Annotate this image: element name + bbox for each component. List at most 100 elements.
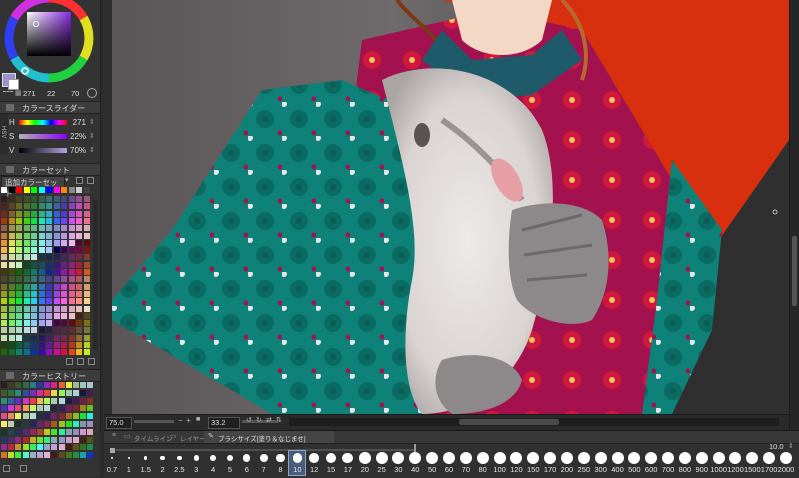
color-swatch[interactable]: [31, 276, 37, 283]
color-swatch[interactable]: [31, 305, 37, 312]
tab-layer[interactable]: レイヤー: [180, 433, 206, 443]
history-swatch[interactable]: [8, 397, 15, 404]
color-swatch[interactable]: [31, 187, 37, 193]
history-swatch[interactable]: [1, 436, 7, 443]
color-swatch[interactable]: [31, 290, 37, 297]
color-swatch[interactable]: [8, 196, 15, 202]
color-swatch[interactable]: [1, 239, 7, 246]
history-swatch[interactable]: [44, 436, 51, 443]
color-swatch[interactable]: [68, 247, 75, 254]
color-swatch[interactable]: [46, 276, 52, 283]
history-swatch[interactable]: [15, 413, 22, 420]
color-swatch[interactable]: [8, 305, 15, 312]
canvas-area[interactable]: [112, 0, 789, 414]
history-swatch[interactable]: [80, 428, 87, 435]
history-swatch[interactable]: [1, 397, 7, 404]
scrollbar-thumb[interactable]: [792, 236, 797, 306]
color-swatch[interactable]: [23, 276, 30, 283]
rotation-field[interactable]: 33.2: [208, 417, 240, 429]
color-swatch[interactable]: [83, 320, 90, 327]
color-swatch[interactable]: [8, 232, 15, 239]
history-swatch[interactable]: [58, 413, 65, 420]
history-swatch[interactable]: [44, 444, 51, 451]
color-swatch[interactable]: [16, 187, 22, 193]
color-swatch[interactable]: [1, 210, 7, 217]
color-swatch[interactable]: [76, 225, 82, 232]
color-swatch[interactable]: [38, 349, 45, 356]
color-swatch[interactable]: [53, 269, 60, 275]
color-swatch[interactable]: [83, 187, 90, 193]
color-swatch[interactable]: [1, 261, 7, 268]
color-swatch[interactable]: [8, 290, 15, 297]
color-swatch[interactable]: [76, 261, 82, 268]
color-swatch[interactable]: [8, 269, 15, 275]
zoom-out-icon[interactable]: −: [178, 416, 183, 425]
color-swatch[interactable]: [23, 320, 30, 327]
color-swatch[interactable]: [16, 254, 22, 261]
color-swatch[interactable]: [8, 327, 15, 334]
color-swatch[interactable]: [8, 210, 15, 217]
color-swatch[interactable]: [23, 232, 30, 239]
color-swatch[interactable]: [31, 210, 37, 217]
color-swatch[interactable]: [31, 254, 37, 261]
color-swatch[interactable]: [83, 312, 90, 319]
color-swatch[interactable]: [16, 203, 22, 210]
color-swatch[interactable]: [38, 276, 45, 283]
hue-slider[interactable]: H 271 ⇕: [0, 117, 100, 129]
history-swatch[interactable]: [51, 444, 58, 451]
color-swatch[interactable]: [31, 239, 37, 246]
color-swatch[interactable]: [46, 312, 52, 319]
color-set-menu-icon[interactable]: [76, 177, 83, 184]
color-swatch[interactable]: [1, 349, 7, 356]
color-swatch[interactable]: [68, 232, 75, 239]
color-swatch[interactable]: [53, 334, 60, 341]
history-swatch[interactable]: [87, 413, 94, 420]
history-swatch[interactable]: [29, 382, 36, 388]
color-swatch[interactable]: [83, 203, 90, 210]
color-swatch[interactable]: [23, 203, 30, 210]
color-swatch[interactable]: [46, 196, 52, 202]
history-swatch[interactable]: [8, 413, 15, 420]
history-swatch[interactable]: [87, 436, 94, 443]
color-swatch[interactable]: [61, 210, 67, 217]
color-swatch[interactable]: [53, 232, 60, 239]
history-swatch[interactable]: [65, 413, 72, 420]
history-swatch[interactable]: [51, 397, 58, 404]
tab-timeline[interactable]: タイムライン: [134, 433, 173, 443]
color-swatch[interactable]: [16, 305, 22, 312]
color-swatch[interactable]: [76, 187, 82, 193]
history-swatch[interactable]: [58, 444, 65, 451]
color-swatch[interactable]: [83, 239, 90, 246]
color-swatch[interactable]: [46, 254, 52, 261]
color-settings-icon[interactable]: [87, 88, 97, 98]
color-swatch[interactable]: [83, 196, 90, 202]
history-swatch[interactable]: [22, 405, 29, 412]
color-swatch[interactable]: [31, 320, 37, 327]
color-swatch[interactable]: [76, 203, 82, 210]
history-swatch[interactable]: [8, 444, 15, 451]
history-swatch[interactable]: [1, 428, 7, 435]
color-swatch[interactable]: [68, 283, 75, 290]
history-swatch[interactable]: [1, 382, 7, 388]
palette-delete-icon[interactable]: [88, 358, 95, 365]
history-swatch[interactable]: [8, 382, 15, 388]
color-swatch[interactable]: [46, 305, 52, 312]
history-swatch[interactable]: [44, 382, 51, 388]
history-swatch[interactable]: [44, 405, 51, 412]
color-swatch[interactable]: [76, 196, 82, 202]
color-swatch[interactable]: [1, 327, 7, 334]
color-swatch[interactable]: [31, 247, 37, 254]
color-swatch[interactable]: [1, 342, 7, 348]
history-swatch[interactable]: [8, 428, 15, 435]
color-swatch[interactable]: [68, 225, 75, 232]
color-swatch[interactable]: [31, 269, 37, 275]
history-swatch[interactable]: [37, 444, 43, 451]
color-swatch[interactable]: [68, 334, 75, 341]
color-swatch[interactable]: [76, 334, 82, 341]
color-swatch[interactable]: [46, 334, 52, 341]
history-swatch[interactable]: [87, 382, 94, 388]
history-swatch[interactable]: [15, 428, 22, 435]
color-swatch[interactable]: [1, 283, 7, 290]
color-swatch[interactable]: [61, 290, 67, 297]
color-swatch[interactable]: [46, 187, 52, 193]
